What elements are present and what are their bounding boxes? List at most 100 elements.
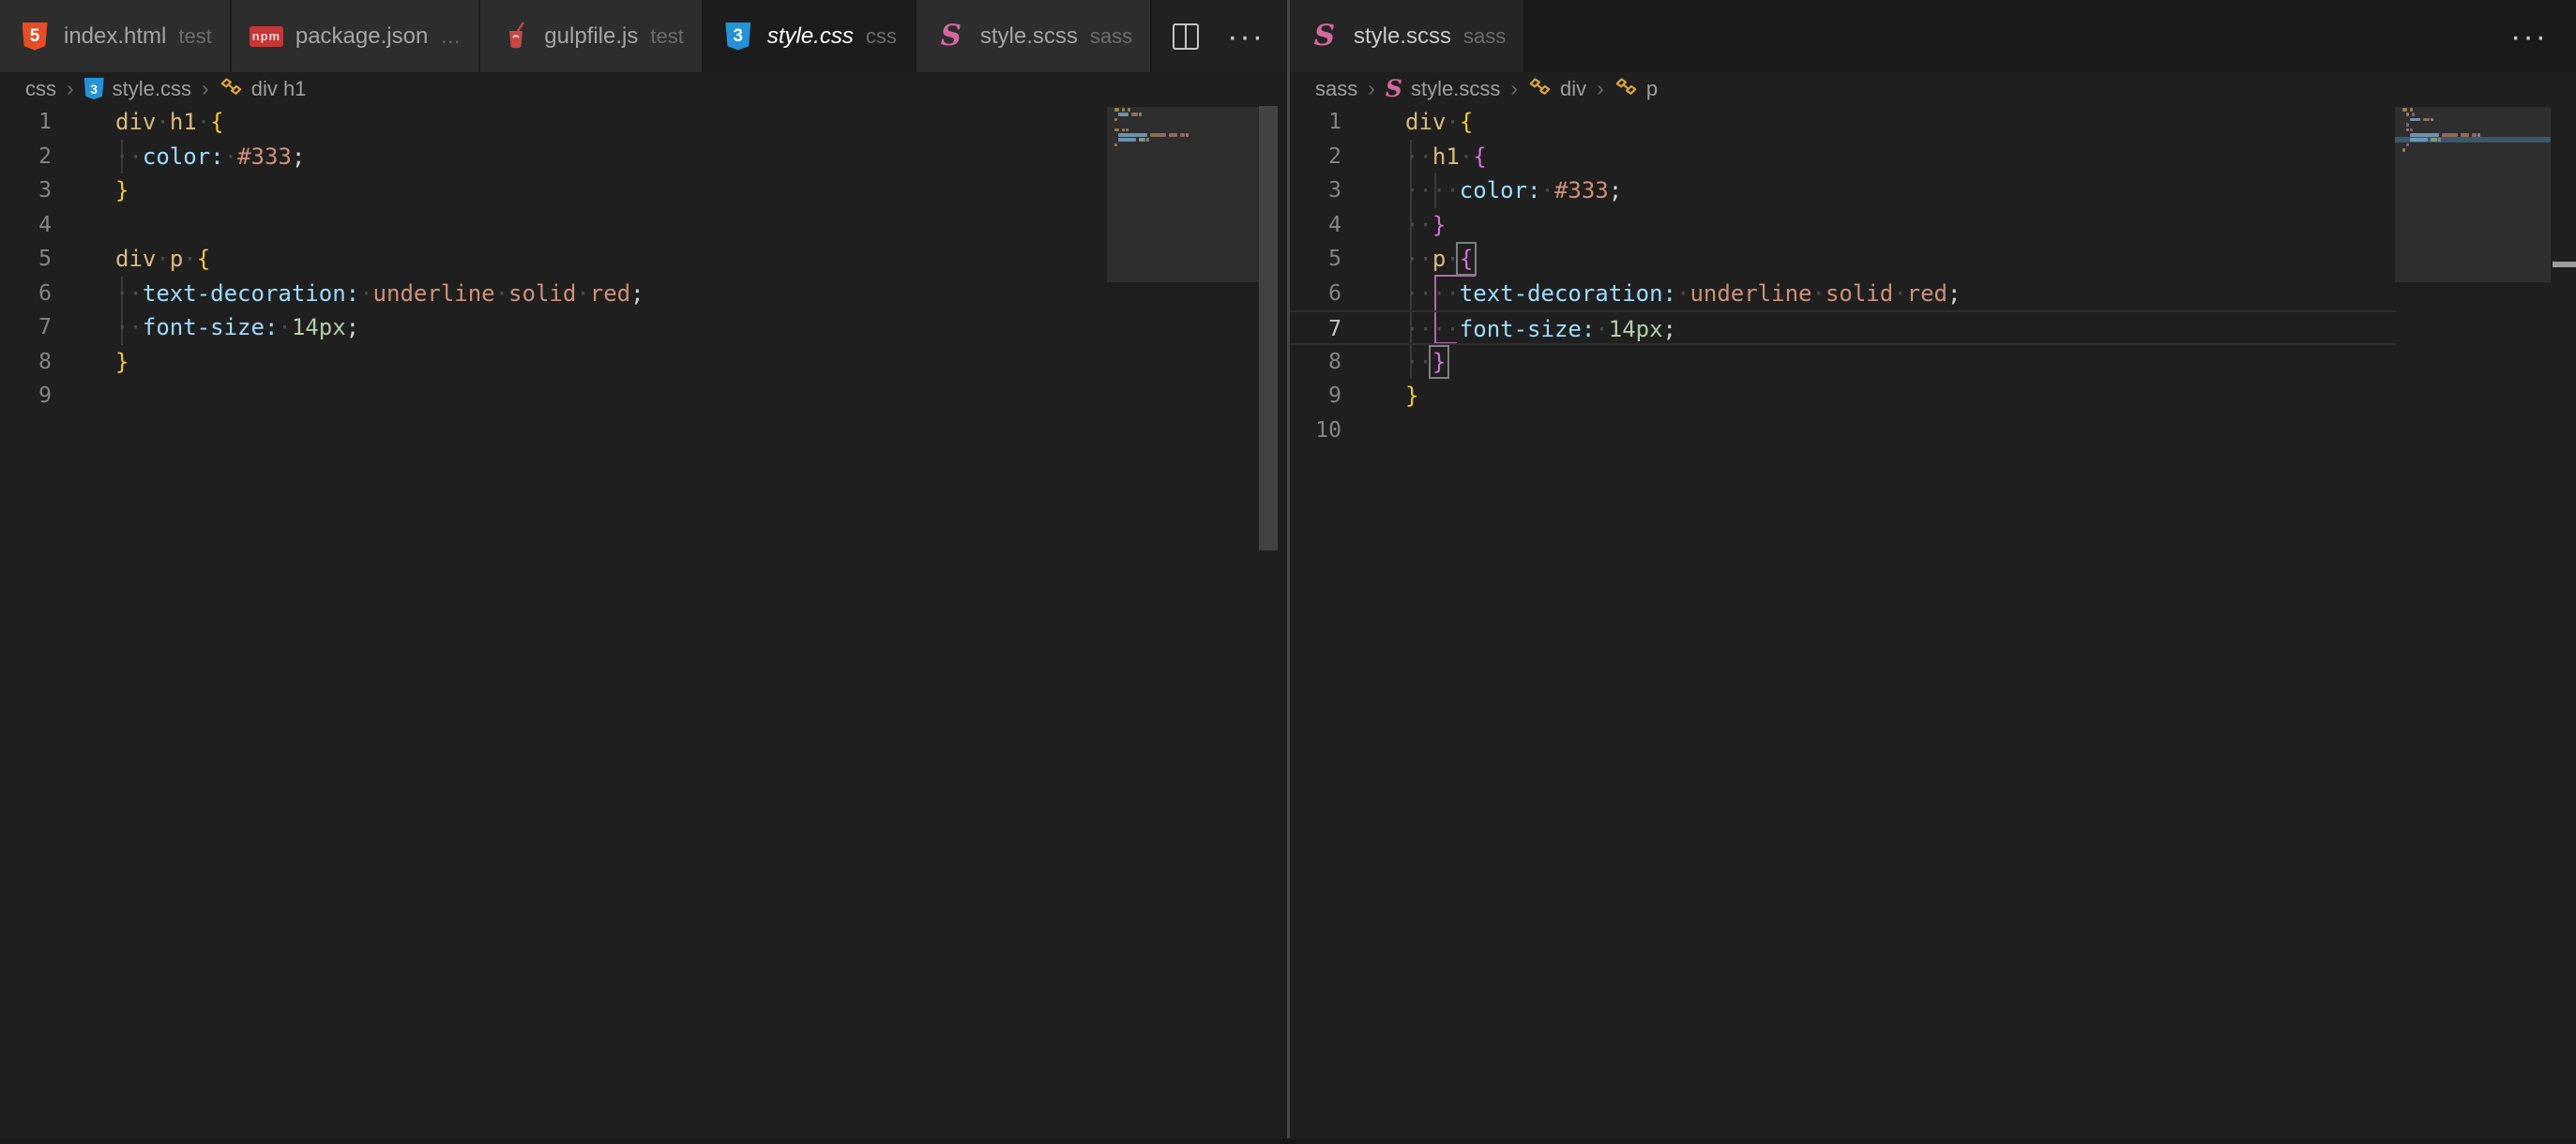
tab-index.html[interactable]: 5index.htmltest [0, 0, 232, 72]
tab-gulpfile.js[interactable]: gulpfile.jstest [480, 0, 704, 72]
line-number[interactable]: 8 [0, 345, 52, 380]
line-number[interactable]: 9 [0, 379, 52, 414]
scrollbar-thumb-left[interactable] [1259, 106, 1278, 550]
code-line-text[interactable]: div·h1·{ [52, 105, 224, 140]
minimap-slider[interactable] [1107, 107, 1259, 282]
minimap-left[interactable] [1107, 107, 1259, 153]
line-number[interactable]: 9 [1290, 379, 1341, 414]
line-number[interactable]: 8 [1290, 345, 1341, 380]
code-line-text[interactable]: } [1341, 379, 1418, 414]
breadcrumb-item-div-h1[interactable]: div h1 [220, 77, 307, 101]
code-line-9[interactable]: 9 [0, 379, 1107, 414]
line-number[interactable]: 1 [1290, 105, 1341, 140]
vscode-window: 5index.htmltestnpmpackage.json…gulpfile.… [0, 0, 2576, 1144]
code-line-text[interactable] [52, 208, 115, 243]
code-line-text[interactable]: ····font-size:·14px; [1341, 312, 1676, 343]
code-line-text[interactable]: ··color:·#333; [52, 140, 305, 174]
breadcrumb-item-style.scss[interactable]: Sstyle.scss [1386, 77, 1500, 101]
tab-style.scss[interactable]: Sstyle.scsssass [917, 0, 1152, 72]
tab-style.css[interactable]: 3style.csscss [704, 0, 917, 72]
code-token: underline [373, 280, 495, 307]
breadcrumb-item-p[interactable]: p [1614, 77, 1658, 101]
code-line-text[interactable] [52, 379, 115, 414]
code-line-text[interactable]: ··text-decoration:·underline·solid·red; [52, 277, 644, 311]
code-line-text[interactable]: ····color:·#333; [1341, 173, 1622, 208]
code-line-4[interactable]: 4 [0, 208, 1107, 243]
code-token: text-decoration: [1460, 280, 1676, 307]
code-line-8[interactable]: 8··} [1290, 345, 2396, 380]
code-line-text[interactable] [1341, 414, 1405, 448]
breadcrumb-item-div[interactable]: div [1528, 77, 1586, 101]
code-line-2[interactable]: 2··color:·#333; [0, 140, 1107, 174]
code-token: div [115, 246, 156, 272]
breadcrumb-item-sass[interactable]: sass [1315, 77, 1357, 101]
whitespace-dots: · [495, 280, 508, 307]
code-line-2[interactable]: 2··h1·{ [1290, 140, 2396, 174]
line-number[interactable]: 4 [0, 208, 52, 243]
whitespace-dots: ·· [1405, 246, 1432, 272]
whitespace-dots: ···· [1405, 177, 1460, 203]
tab-label: style.scss [1354, 23, 1451, 50]
line-number[interactable]: 2 [1290, 140, 1341, 174]
code-line-3[interactable]: 3} [0, 173, 1107, 208]
line-number[interactable]: 3 [0, 173, 52, 208]
whitespace-dots: · [1811, 280, 1825, 307]
tab-package.json[interactable]: npmpackage.json… [232, 0, 480, 72]
whitespace-dots: ···· [1405, 280, 1460, 307]
code-area-left: 1div·h1·{2··color:·#333;3}45div·p·{6··te… [0, 105, 1107, 414]
code-token: text-decoration: [143, 280, 359, 307]
line-number[interactable]: 5 [0, 242, 52, 277]
line-number[interactable]: 4 [1290, 208, 1341, 243]
breadcrumb-label: sass [1315, 77, 1357, 101]
tab-icon-wrap [498, 22, 532, 52]
whitespace-dots: · [156, 109, 169, 135]
code-line-text[interactable]: } [52, 345, 129, 380]
code-line-3[interactable]: 3····color:·#333; [1290, 173, 2396, 208]
tab-style.scss[interactable]: Sstyle.scsssass [1290, 0, 1525, 72]
code-line-7[interactable]: 7··font-size:·14px; [0, 310, 1107, 345]
code-line-5[interactable]: 5div·p·{ [0, 242, 1107, 277]
code-line-5[interactable]: 5··p·{ [1290, 242, 2396, 277]
minimap-right[interactable] [2395, 107, 2551, 158]
split-editor-icon[interactable] [1173, 23, 1199, 50]
code-line-text[interactable]: ··} [1341, 208, 1446, 243]
code-line-4[interactable]: 4··} [1290, 208, 2396, 243]
code-line-9[interactable]: 9} [1290, 379, 2396, 414]
code-line-6[interactable]: 6··text-decoration:·underline·solid·red; [0, 277, 1107, 311]
code-line-text[interactable]: ··} [1341, 345, 1446, 380]
code-line-7[interactable]: 7····font-size:·14px; [1290, 310, 2396, 345]
breadcrumb-item-css[interactable]: css [25, 77, 56, 101]
more-actions-button-left[interactable]: ··· [1227, 21, 1265, 53]
line-number[interactable]: 10 [1290, 414, 1341, 448]
code-line-text[interactable]: } [52, 173, 129, 208]
code-line-text[interactable]: div·p·{ [52, 242, 210, 277]
line-number[interactable]: 1 [0, 105, 52, 140]
more-actions-button-right[interactable]: ··· [2510, 21, 2548, 53]
tab-dir-suffix: … [440, 24, 461, 49]
code-token: solid [1826, 280, 1893, 307]
line-number[interactable]: 6 [0, 277, 52, 311]
code-token: } [115, 349, 129, 375]
line-number[interactable]: 5 [1290, 242, 1341, 277]
minimap-slider[interactable] [2395, 107, 2551, 282]
whitespace-dots: ·· [115, 143, 143, 170]
line-number[interactable]: 3 [1290, 173, 1341, 208]
code-line-text[interactable]: ··p·{ [1341, 242, 1473, 277]
code-line-text[interactable]: ··font-size:·14px; [52, 310, 359, 345]
code-line-text[interactable]: div·{ [1341, 105, 1473, 140]
code-line-10[interactable]: 10 [1290, 414, 2396, 448]
code-token: } [115, 177, 129, 203]
code-line-1[interactable]: 1div·{ [1290, 105, 2396, 140]
whitespace-dots: · [224, 143, 237, 170]
code-line-1[interactable]: 1div·h1·{ [0, 105, 1107, 140]
line-number[interactable]: 7 [0, 310, 52, 345]
line-number[interactable]: 7 [1290, 312, 1341, 343]
editor-group-sash[interactable] [1287, 0, 1290, 1144]
breadcrumb-item-style.css[interactable]: 3style.css [84, 77, 191, 101]
code-line-8[interactable]: 8} [0, 345, 1107, 380]
code-line-text[interactable]: ··h1·{ [1341, 140, 1487, 174]
code-line-6[interactable]: 6····text-decoration:·underline·solid·re… [1290, 277, 2396, 311]
line-number[interactable]: 2 [0, 140, 52, 174]
line-number[interactable]: 6 [1290, 277, 1341, 311]
code-line-text[interactable]: ····text-decoration:·underline·solid·red… [1341, 277, 1961, 311]
